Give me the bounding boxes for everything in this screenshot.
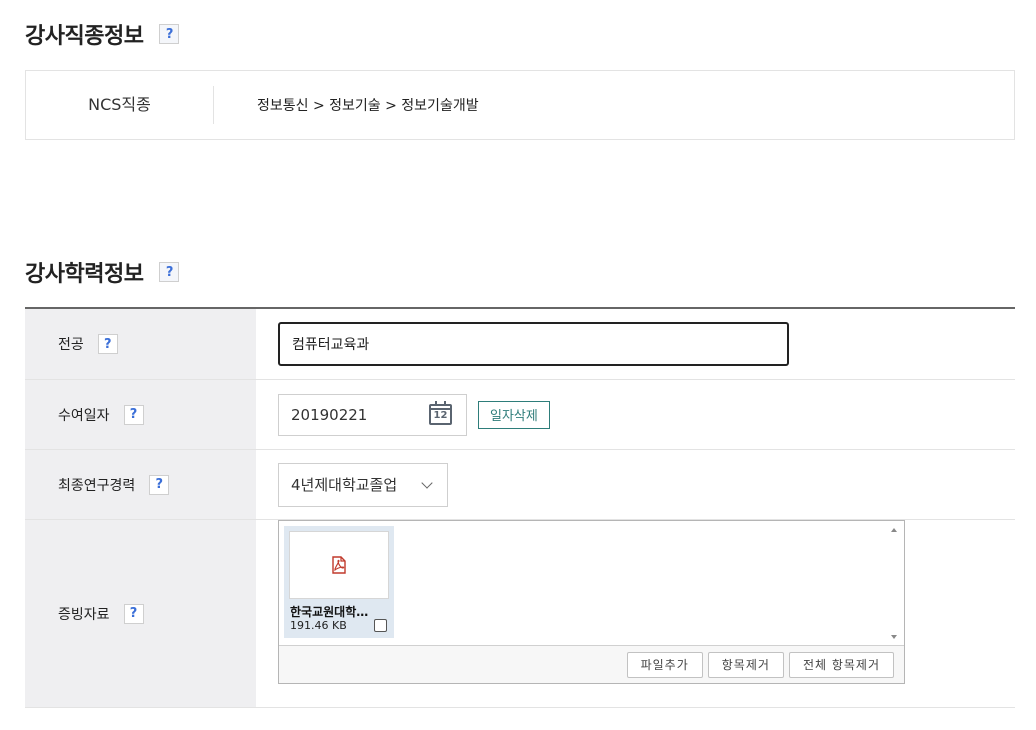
file-upload-area: 한국교원대학… 191.46 KB 파일추가 항목제거 전체 항목제거 [278,520,905,684]
evidence-label: 증빙자료 [58,606,110,623]
pdf-icon [332,556,346,574]
file-name: 한국교원대학… [290,605,369,619]
degree-date-label: 수여일자 [58,407,110,424]
calendar-day: 12 [433,410,448,421]
file-list: 한국교원대학… 191.46 KB [279,521,904,646]
row-final-research: 최종연구경력 ? 4년제대학교졸업 [25,450,1015,520]
degree-date-content: 20190221 12 일자삭제 [256,380,1015,449]
row-major: 전공 ? 컴퓨터교육과 [25,309,1015,380]
section-title-edu-text: 강사학력정보 [25,262,144,287]
degree-date-label-cell: 수여일자 ? [25,380,256,449]
section-title-job: 강사직종정보 ? [25,18,180,50]
scroll-down-icon[interactable] [891,635,897,639]
ncs-info-box: NCS직종 정보통신 > 정보기술 > 정보기술개발 [25,70,1015,140]
ncs-label: NCS직종 [26,86,214,124]
chevron-down-icon [421,476,433,489]
evidence-label-cell: 증빙자료 ? [25,520,256,707]
evidence-content: 한국교원대학… 191.46 KB 파일추가 항목제거 전체 항목제거 [256,520,1015,707]
major-label-cell: 전공 ? [25,309,256,379]
file-toolbar: 파일추가 항목제거 전체 항목제거 [279,645,904,683]
file-thumbnail [289,531,389,599]
help-icon[interactable]: ? [159,24,180,44]
help-icon[interactable]: ? [123,603,144,624]
row-degree-date: 수여일자 ? 20190221 12 일자삭제 [25,380,1015,450]
row-evidence: 증빙자료 ? 한국교원대학… 191.46 KB 파일추가 항목제거 전체 항목… [25,520,1015,708]
degree-date-value: 20190221 [291,405,368,424]
major-content: 컴퓨터교육과 [256,309,1015,379]
education-table: 전공 ? 컴퓨터교육과 수여일자 ? 20190221 12 일자삭제 최종연구… [25,307,1015,708]
date-delete-button[interactable]: 일자삭제 [478,400,550,429]
final-research-label-cell: 최종연구경력 ? [25,450,256,519]
help-icon[interactable]: ? [149,474,170,495]
file-list-scrollbar[interactable] [887,521,903,646]
final-research-select[interactable]: 4년제대학교졸업 [278,462,448,507]
final-research-content: 4년제대학교졸업 [256,450,1015,519]
remove-all-button[interactable]: 전체 항목제거 [788,651,894,678]
section-title-job-text: 강사직종정보 [25,24,144,49]
major-label: 전공 [58,337,84,353]
help-icon[interactable]: ? [97,334,118,354]
scroll-up-icon[interactable] [891,528,897,532]
major-input[interactable]: 컴퓨터교육과 [278,322,789,366]
remove-item-button[interactable]: 항목제거 [707,651,784,678]
help-icon[interactable]: ? [123,404,144,425]
calendar-icon[interactable]: 12 [429,401,452,425]
final-research-selected: 4년제대학교졸업 [291,476,398,494]
final-research-label: 최종연구경력 [58,477,136,494]
file-checkbox[interactable] [374,619,387,632]
file-item[interactable]: 한국교원대학… 191.46 KB [284,526,394,638]
ncs-value: 정보통신 > 정보기술 > 정보기술개발 [257,98,479,114]
section-title-edu: 강사학력정보 ? [25,256,180,288]
help-icon[interactable]: ? [159,262,180,282]
file-size: 191.46 KB [290,619,347,632]
add-file-button[interactable]: 파일추가 [626,651,703,678]
degree-date-input[interactable]: 20190221 12 [278,393,467,436]
